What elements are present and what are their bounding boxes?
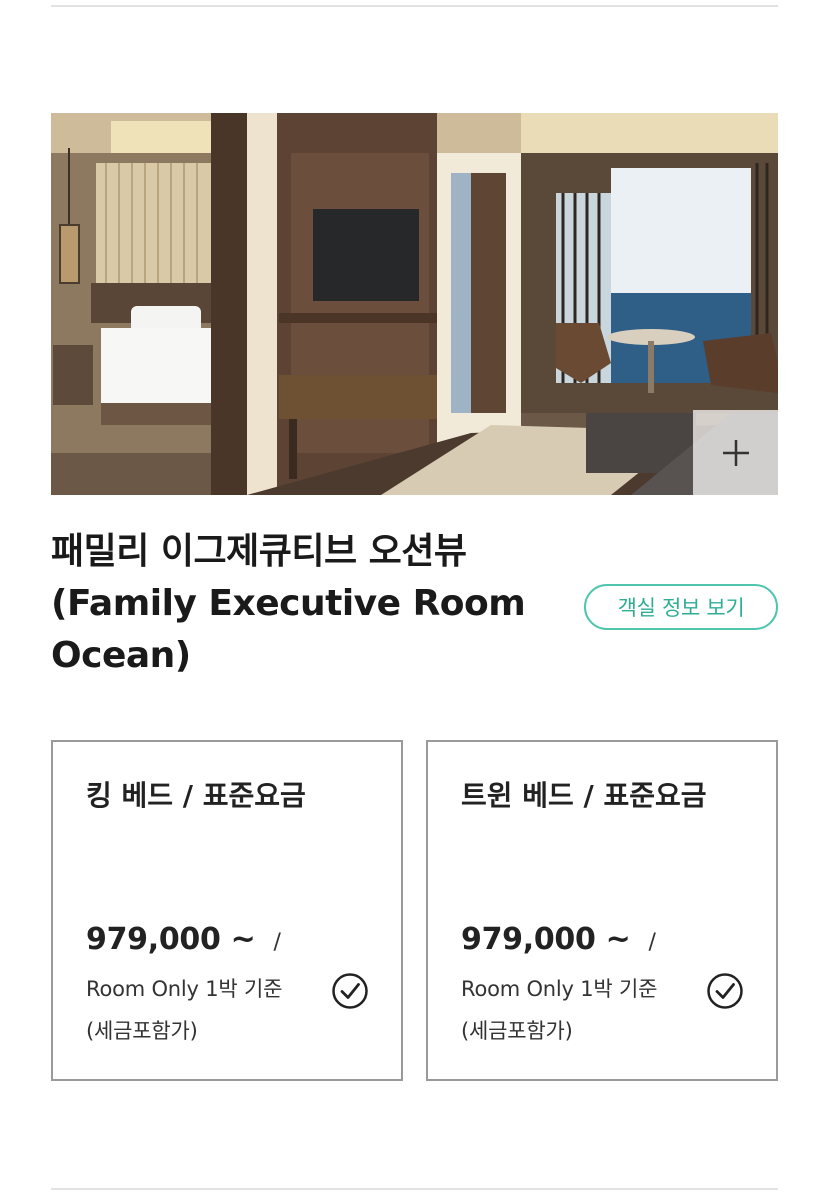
check-circle-icon[interactable] [331,972,369,1010]
rate-slash: / [648,930,656,955]
room-photo[interactable] [51,113,778,495]
room-info-button[interactable]: 객실 정보 보기 [584,584,778,630]
room-title: 패밀리 이그제큐티브 오션뷰(Family Executive Room Oce… [51,531,526,676]
rate-price-row: 979,000 ~ / [461,922,656,957]
rate-basis: Room Only 1박 기준 (세금포함가) [86,977,283,1043]
plus-icon [722,439,749,466]
rate-basis: Room Only 1박 기준 (세금포함가) [461,977,658,1043]
rate-slash: / [273,930,281,955]
rate-price-row: 979,000 ~ / [86,922,281,957]
bottom-divider [51,1188,778,1190]
rate-card-king[interactable]: 킹 베드 / 표준요금 979,000 ~ / Room Only 1박 기준 (… [51,740,403,1081]
check-circle-icon[interactable] [706,972,744,1010]
room-detail-page: 패밀리 이그제큐티브 오션뷰(Family Executive Room Oce… [0,0,829,1200]
rate-card-twin[interactable]: 트윈 베드 / 표준요금 979,000 ~ / Room Only 1박 기준 … [426,740,778,1081]
top-divider [51,5,778,7]
room-photo-illustration [51,113,778,495]
rate-name: 트윈 베드 / 표준요금 [461,779,707,812]
rate-name: 킹 베드 / 표준요금 [86,779,306,812]
rate-price: 979,000 ~ [86,922,256,957]
rate-price: 979,000 ~ [461,922,631,957]
photo-zoom-button[interactable] [693,410,778,495]
